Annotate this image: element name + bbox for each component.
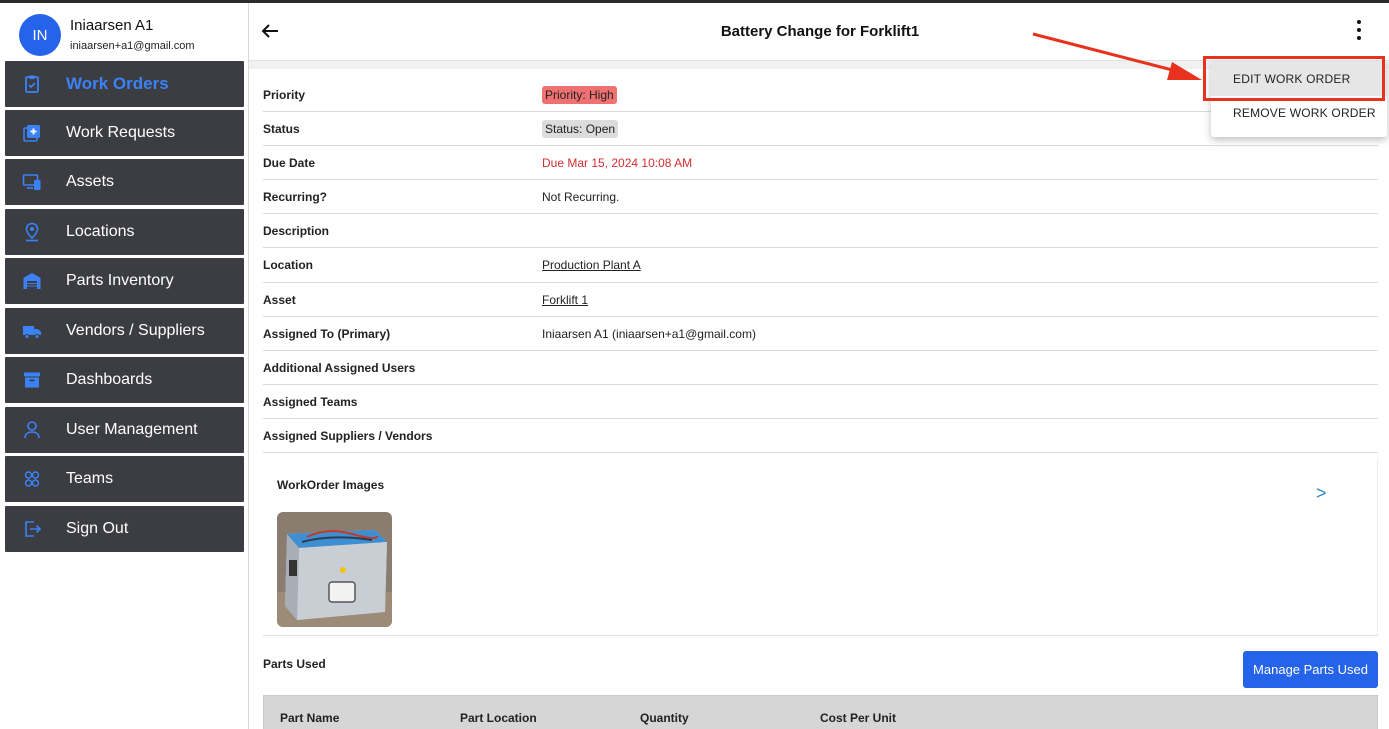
- images-title: WorkOrder Images: [277, 478, 385, 492]
- column-header-cost-per-unit: Cost Per Unit: [820, 711, 897, 725]
- detail-label: Assigned To (Primary): [263, 326, 391, 341]
- sidebar-item-user-management[interactable]: User Management: [5, 407, 244, 453]
- chevron-right-icon[interactable]: >: [1316, 483, 1327, 504]
- sidebar-item-label: Dashboards: [66, 371, 153, 388]
- clipboard-icon: [25, 75, 39, 93]
- sidebar-item-assets[interactable]: Assets: [5, 159, 244, 205]
- work-order-images-card: WorkOrder Images >: [263, 459, 1378, 636]
- annotation-highlight-box: [1203, 56, 1385, 101]
- detail-label: Assigned Teams: [263, 394, 358, 409]
- detail-label: Location: [263, 258, 313, 273]
- user-profile[interactable]: IN Iniaarsen A1 iniaarsen+a1@gmail.com: [0, 3, 248, 61]
- truck-icon: [23, 326, 41, 339]
- priority-badge: Priority: High: [542, 86, 617, 104]
- detail-row-vendors: Assigned Suppliers / Vendors: [263, 419, 1378, 454]
- page-title: Battery Change for Forklift1: [720, 23, 920, 40]
- devices-icon: [22, 174, 41, 190]
- parts-used-title: Parts Used: [263, 657, 326, 671]
- sidebar-item-label: Assets: [66, 173, 115, 190]
- more-options-icon[interactable]: [1354, 20, 1364, 44]
- detail-label: Recurring?: [263, 190, 328, 205]
- sidebar-item-label: Sign Out: [66, 520, 129, 537]
- user-icon: [24, 421, 40, 439]
- detail-label: Due Date: [263, 156, 316, 171]
- sidebar-item-label: Teams: [66, 470, 114, 487]
- detail-label: Description: [263, 224, 330, 239]
- team-icon: [24, 471, 40, 487]
- asset-link[interactable]: Forklift 1: [542, 293, 588, 307]
- sidebar-item-teams[interactable]: Teams: [5, 456, 244, 502]
- detail-row-location: Location Production Plant A: [263, 248, 1378, 283]
- detail-label: Status: [263, 122, 300, 137]
- sidebar-item-sign-out[interactable]: Sign Out: [5, 506, 244, 552]
- sidebar-item-label: Work Orders: [66, 74, 169, 93]
- sidebar: IN Iniaarsen A1 iniaarsen+a1@gmail.com W…: [0, 3, 249, 729]
- add-request-icon: [23, 125, 40, 142]
- recurring-value: Not Recurring.: [542, 190, 620, 205]
- detail-label: Additional Assigned Users: [263, 360, 416, 375]
- detail-row-due-date: Due Date Due Mar 15, 2024 10:08 AM: [263, 146, 1378, 181]
- sidebar-item-vendors[interactable]: Vendors / Suppliers: [5, 308, 244, 354]
- annotation-arrow: [1032, 32, 1202, 80]
- sidebar-item-label: Locations: [66, 223, 135, 240]
- detail-label: Priority: [263, 88, 306, 102]
- detail-row-additional-users: Additional Assigned Users: [263, 351, 1378, 385]
- due-date-value: Due Mar 15, 2024 10:08 AM: [542, 156, 693, 171]
- detail-row-assigned-primary: Assigned To (Primary) Iniaarsen A1 (inia…: [263, 317, 1378, 351]
- column-header-quantity: Quantity: [640, 711, 689, 725]
- sidebar-item-parts-inventory[interactable]: Parts Inventory: [5, 258, 244, 304]
- sidebar-item-work-orders[interactable]: Work Orders: [5, 61, 244, 107]
- map-pin-icon: [25, 222, 39, 242]
- location-link[interactable]: Production Plant A: [542, 258, 641, 272]
- sidebar-item-label: Vendors / Suppliers: [66, 322, 205, 339]
- detail-row-description: Description: [263, 214, 1378, 249]
- manage-parts-button[interactable]: Manage Parts Used: [1243, 651, 1378, 688]
- remove-work-order-menu-item[interactable]: REMOVE WORK ORDER: [1211, 96, 1387, 130]
- battery-image[interactable]: [277, 512, 392, 627]
- parts-table-header: Part Name Part Location Quantity Cost Pe…: [263, 695, 1378, 729]
- archive-icon: [24, 372, 40, 388]
- assigned-primary-value: Iniaarsen A1 (iniaarsen+a1@gmail.com): [542, 326, 756, 341]
- sign-out-icon: [25, 521, 42, 537]
- sidebar-item-label: Work Requests: [66, 124, 176, 141]
- sidebar-item-label: User Management: [66, 421, 198, 438]
- column-header-part-name: Part Name: [280, 711, 340, 725]
- warehouse-icon: [23, 273, 41, 289]
- detail-row-teams: Assigned Teams: [263, 385, 1378, 419]
- sidebar-item-locations[interactable]: Locations: [5, 209, 244, 255]
- sidebar-item-label: Parts Inventory: [66, 272, 174, 289]
- user-name: Iniaarsen A1: [70, 17, 154, 34]
- detail-label: Assigned Suppliers / Vendors: [263, 428, 433, 443]
- detail-row-asset: Asset Forklift 1: [263, 283, 1378, 317]
- detail-row-recurring: Recurring? Not Recurring.: [263, 180, 1378, 215]
- sidebar-item-dashboards[interactable]: Dashboards: [5, 357, 244, 403]
- status-badge: Status: Open: [542, 120, 619, 139]
- column-header-part-location: Part Location: [460, 711, 537, 725]
- avatar: IN: [19, 14, 61, 56]
- sidebar-item-work-requests[interactable]: Work Requests: [5, 110, 244, 156]
- detail-label: Asset: [263, 292, 296, 307]
- page-header: Battery Change for Forklift1: [249, 3, 1389, 61]
- user-email: iniaarsen+a1@gmail.com: [70, 40, 195, 52]
